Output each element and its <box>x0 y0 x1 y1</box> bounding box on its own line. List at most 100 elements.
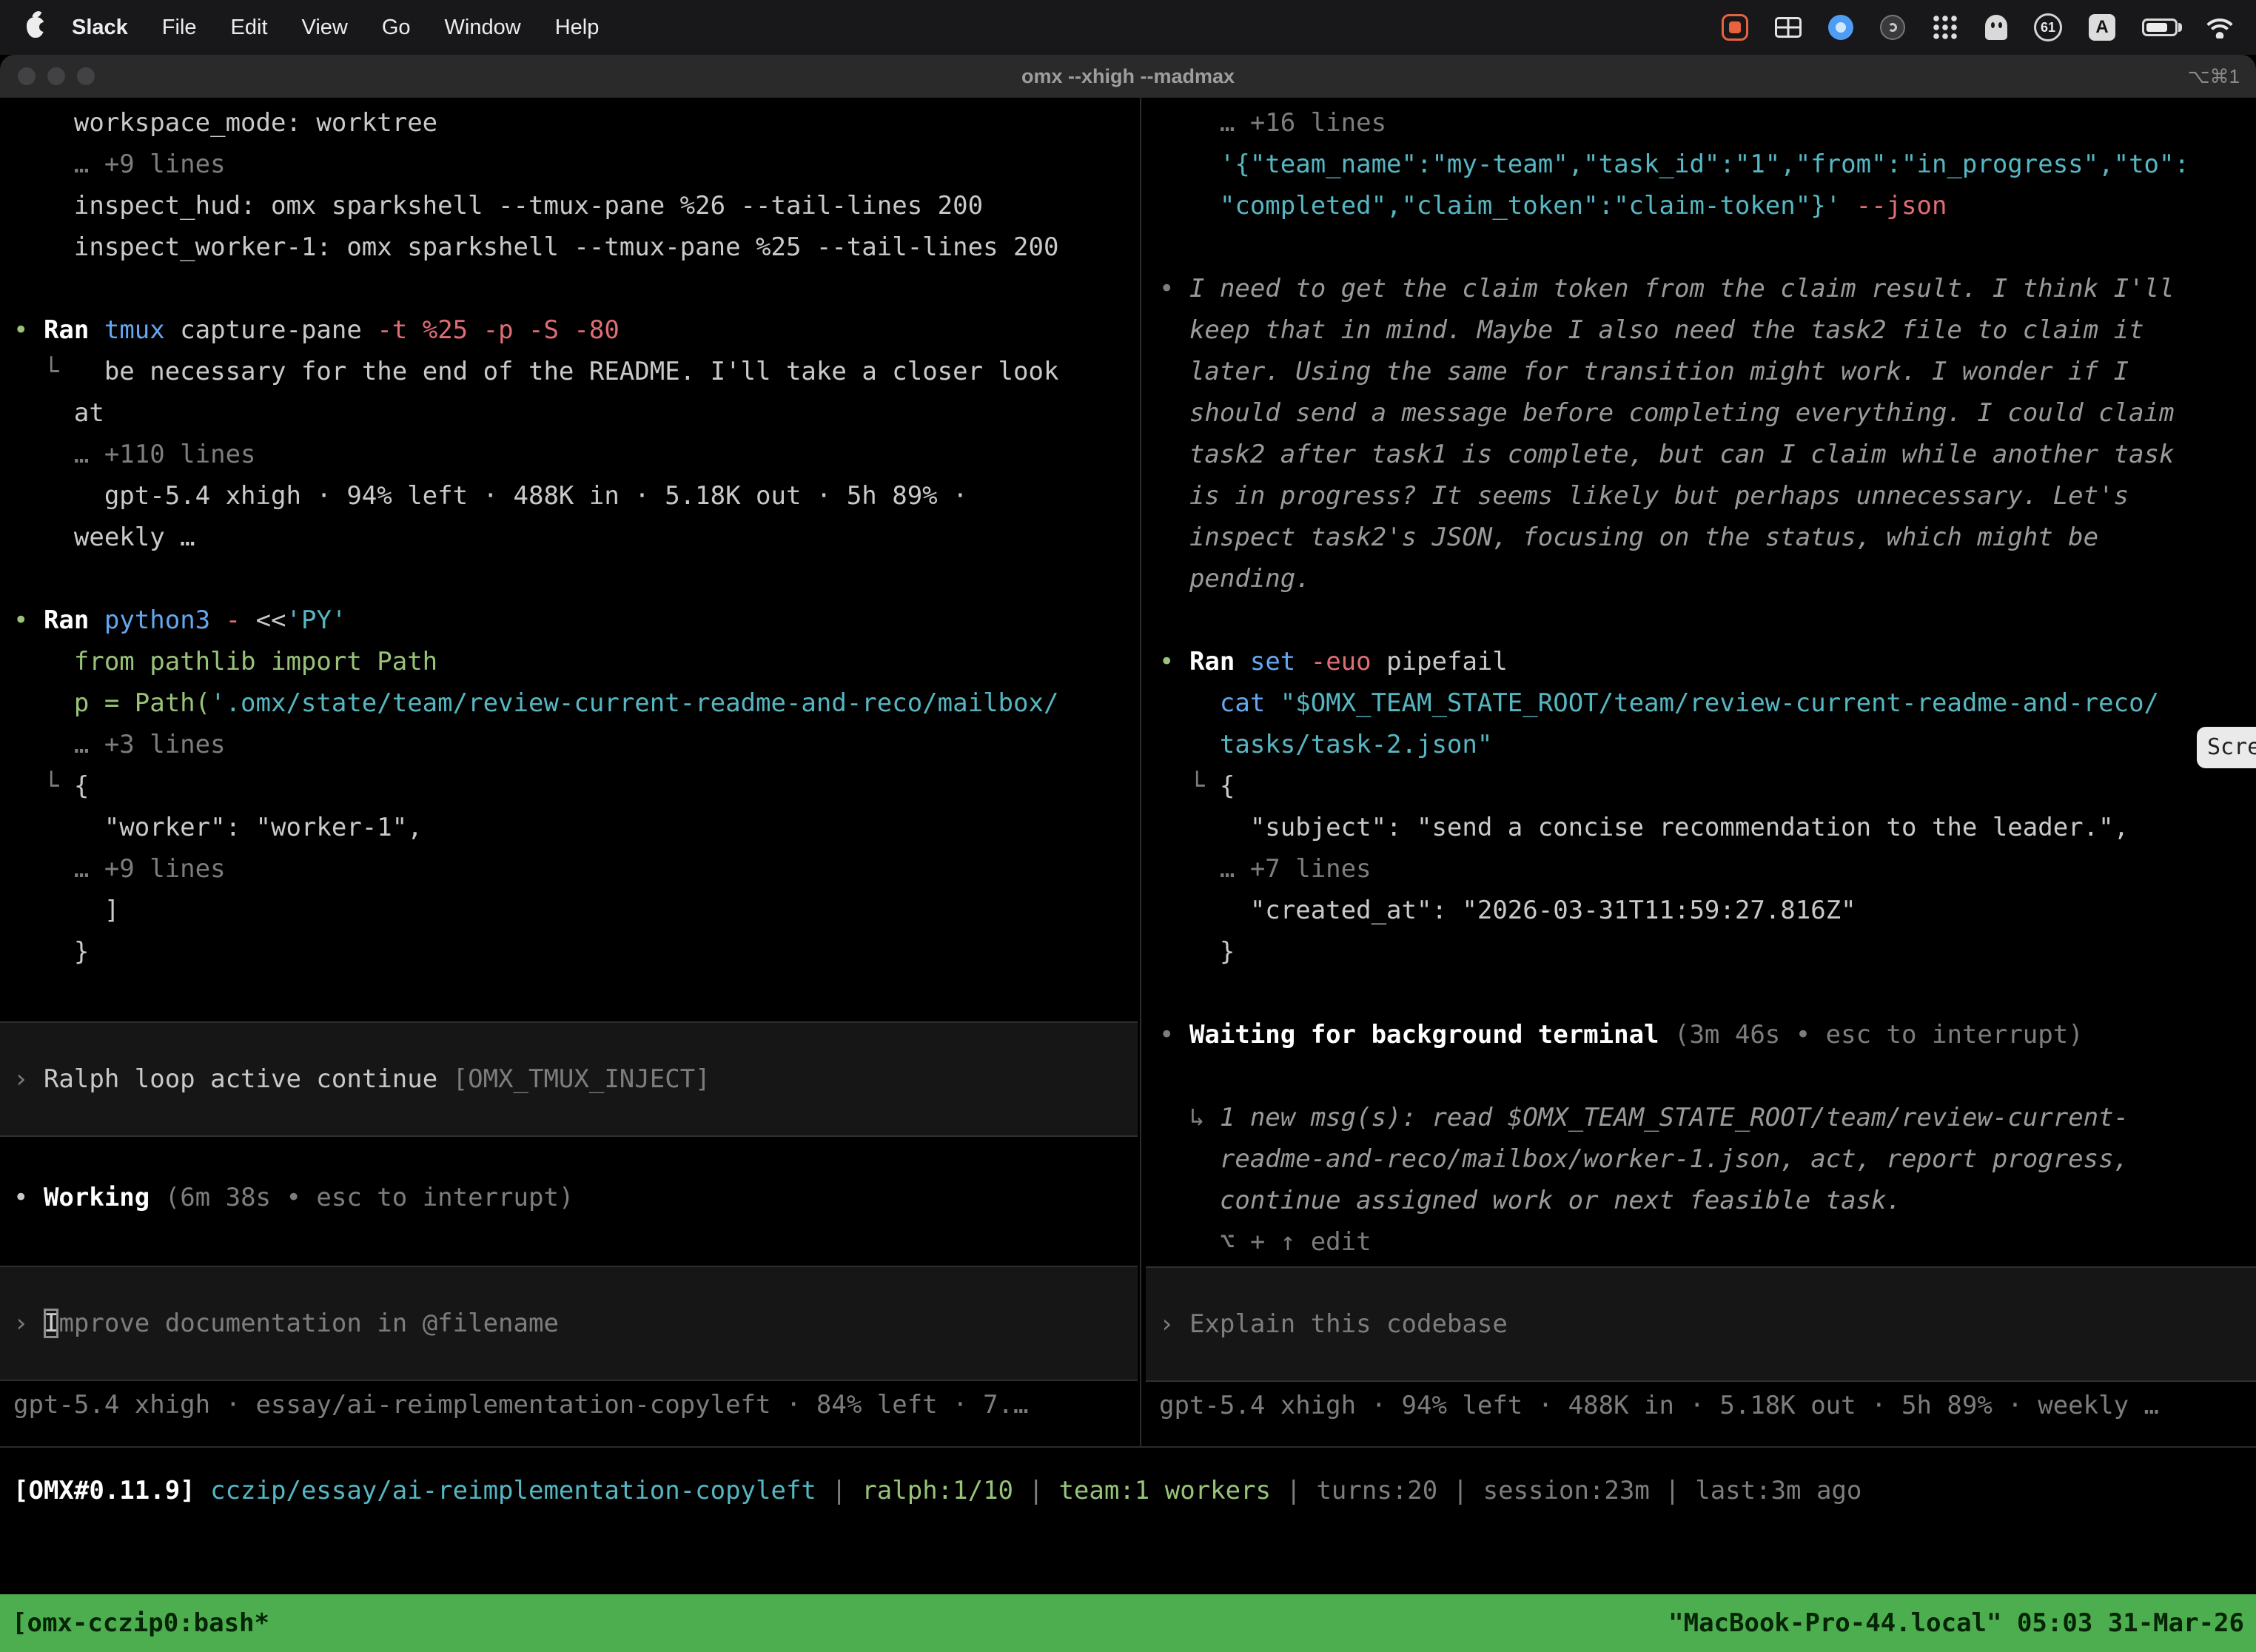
terminal-line: ↳ 1 new msg(s): read $OMX_TEAM_STATE_ROO… <box>1146 1097 2256 1138</box>
text-segment: … +7 lines <box>1159 854 1372 884</box>
terminal-line: └ be necessary for the end of the README… <box>0 351 1138 392</box>
blank-line <box>1146 600 2256 641</box>
menu-item-window[interactable]: Window <box>428 0 538 55</box>
terminal-line: "worker": "worker-1", <box>0 807 1138 848</box>
menu-item-view[interactable]: View <box>285 0 365 55</box>
text-segment: ralph:1/10 <box>862 1476 1013 1505</box>
terminal-line: weekly … <box>0 517 1138 558</box>
gauge-icon[interactable]: 61 <box>2034 13 2062 41</box>
terminal-line: is in progress? It seems likely but perh… <box>1146 475 2256 517</box>
menu-item-file[interactable]: File <box>145 0 214 55</box>
text-segment: ↳ <box>1159 1103 1220 1132</box>
terminal-line: inspect task2's JSON, focusing on the st… <box>1146 517 2256 558</box>
terminal-line: from pathlib import Path <box>0 641 1138 682</box>
terminal-line: } <box>0 931 1138 973</box>
text-segment: • <box>13 1183 44 1212</box>
text-segment: Ran <box>44 315 104 345</box>
text-segment: 1 new msg(s): read $OMX_TEAM_STATE_ROOT/… <box>1220 1103 2129 1132</box>
terminal-line: • Ran tmux capture-pane -t %25 -p -S -80 <box>0 309 1138 351</box>
text-segment: › <box>13 1064 44 1094</box>
text-segment: I need to get the claim token from the c… <box>1189 274 2175 303</box>
omx-status-text: [OMX#0.11.9] cczip/essay/ai-reimplementa… <box>0 1470 2256 1511</box>
blank-line <box>0 558 1138 600</box>
tmux-host-clock: "MacBook-Pro-44.local" 05:03 31-Mar-26 <box>1668 1608 2244 1638</box>
tmux-pane-left[interactable]: workspace_mode: worktree … +9 lines insp… <box>0 102 1138 1446</box>
text-segment: Waiting for background terminal <box>1189 1020 1674 1050</box>
window-grid-icon[interactable] <box>1775 17 1802 38</box>
terminal-content: workspace_mode: worktree … +9 lines insp… <box>0 98 2256 1652</box>
text-segment: | <box>1650 1476 1695 1505</box>
terminal-line: … +7 lines <box>1146 848 2256 890</box>
screen-recording-indicator-icon[interactable] <box>1722 14 1748 41</box>
text-segment: • <box>13 315 44 345</box>
terminal-line: inspect_hud: omx sparkshell --tmux-pane … <box>0 185 1138 226</box>
text-segment: gpt-5.4 xhigh · 94% left · 488K in · 5.1… <box>13 481 968 511</box>
text-segment: readme-and-reco/mailbox/worker-1.json, a… <box>1159 1144 2129 1174</box>
text-segment: pipefail <box>1386 647 1508 676</box>
text-segment: | <box>1013 1476 1058 1505</box>
blue-app-icon[interactable] <box>1828 15 1853 40</box>
text-segment: cczip/essay/ai-reimplementation-copyleft <box>210 1476 816 1505</box>
ghost-app-icon[interactable] <box>1985 15 2007 40</box>
minimize-button[interactable] <box>47 67 65 85</box>
menu-bar-left: Slack FileEditViewGoWindowHelp <box>0 0 616 55</box>
text-segment: continue assigned work or next feasible … <box>1159 1186 1901 1215</box>
blank-line <box>0 268 1138 309</box>
terminal-line: • I need to get the claim token from the… <box>1146 268 2256 309</box>
tmux-pane-right[interactable]: … +16 lines '{"team_name":"my-team","tas… <box>1146 102 2256 1446</box>
apple-icon <box>27 17 44 38</box>
text-segment: › Explain this codebase <box>1159 1309 1508 1339</box>
working-status-line: • Working (6m 38s • esc to interrupt) <box>0 1177 1138 1218</box>
tmux-status-bar: [omx-cczip0:bash* "MacBook-Pro-44.local"… <box>0 1594 2256 1652</box>
terminal-line: └ { <box>0 765 1138 807</box>
close-button[interactable] <box>18 67 36 85</box>
text-segment: cat <box>1159 688 1280 718</box>
menu-app-name[interactable]: Slack <box>55 0 145 55</box>
terminal-line: at <box>0 392 1138 434</box>
battery-icon[interactable] <box>2142 19 2178 36</box>
text-segment: - <box>226 605 256 635</box>
text-segment: | <box>1437 1476 1483 1505</box>
prompt-input-right[interactable]: › Explain this codebase <box>1146 1266 2256 1382</box>
terminal-line: tasks/task-2.json" <box>1146 724 2256 765</box>
screen-share-overlay: Scre <box>2197 727 2256 768</box>
session-status-left: gpt-5.4 xhigh · essay/ai-reimplementatio… <box>0 1384 1138 1426</box>
text-segment: [OMX_TMUX_INJECT] <box>453 1064 711 1094</box>
text-segment: 'PY' <box>286 605 347 635</box>
text-segment: inspect_hud: omx sparkshell --tmux-pane … <box>13 191 983 221</box>
terminal-line: "subject": "send a concise recommendatio… <box>1146 807 2256 848</box>
text-segment: { <box>74 771 89 801</box>
text-segment: "worker": "worker-1", <box>13 813 423 842</box>
text-segment: p = Path( <box>13 688 210 718</box>
terminal-line: └ { <box>1146 765 2256 807</box>
text-segment: Working <box>44 1183 165 1212</box>
terminal-line: } <box>1146 931 2256 973</box>
text-segment: "completed","claim_token":"claim-token"}… <box>1159 191 1856 221</box>
text-segment: task2 after task1 is complete, but can I… <box>1159 440 2174 469</box>
window-title-bar[interactable]: omx --xhigh --madmax ⌥⌘1 <box>0 55 2256 98</box>
text-segment: … +110 lines <box>13 440 256 469</box>
terminal-line: › Improve documentation in @filename <box>0 1303 1138 1344</box>
dark-app-icon[interactable] <box>1880 15 1905 40</box>
pane-divider[interactable] <box>1140 98 1141 1446</box>
text-segment: '.omx/state/team/review-current-readme-a… <box>210 688 1058 718</box>
window-title: omx --xhigh --madmax <box>0 65 2256 88</box>
text-segment: -t %25 -p -S -80 <box>377 315 620 345</box>
text-segment: capture-pane <box>180 315 377 345</box>
apple-menu[interactable] <box>0 0 55 55</box>
input-source-icon[interactable]: A <box>2089 14 2115 41</box>
omx-status-line: [OMX#0.11.9] cczip/essay/ai-reimplementa… <box>0 1470 2256 1511</box>
wifi-icon[interactable] <box>2204 16 2235 38</box>
menu-item-edit[interactable]: Edit <box>214 0 285 55</box>
menu-item-help[interactable]: Help <box>538 0 617 55</box>
terminal-line: … +16 lines <box>1146 102 2256 144</box>
text-segment: … +3 lines <box>13 730 226 759</box>
zoom-button[interactable] <box>77 67 95 85</box>
text-segment: inspect_worker-1: omx sparkshell --tmux-… <box>13 232 1058 262</box>
text-segment: Ralph loop active continue <box>44 1064 453 1094</box>
menu-item-go[interactable]: Go <box>365 0 428 55</box>
prompt-input-left[interactable]: › Improve documentation in @filename <box>0 1266 1138 1381</box>
text-segment: team:1 workers <box>1058 1476 1271 1505</box>
text-segment: tasks/task-2.json" <box>1159 730 1492 759</box>
dots-grid-icon[interactable] <box>1932 14 1958 41</box>
